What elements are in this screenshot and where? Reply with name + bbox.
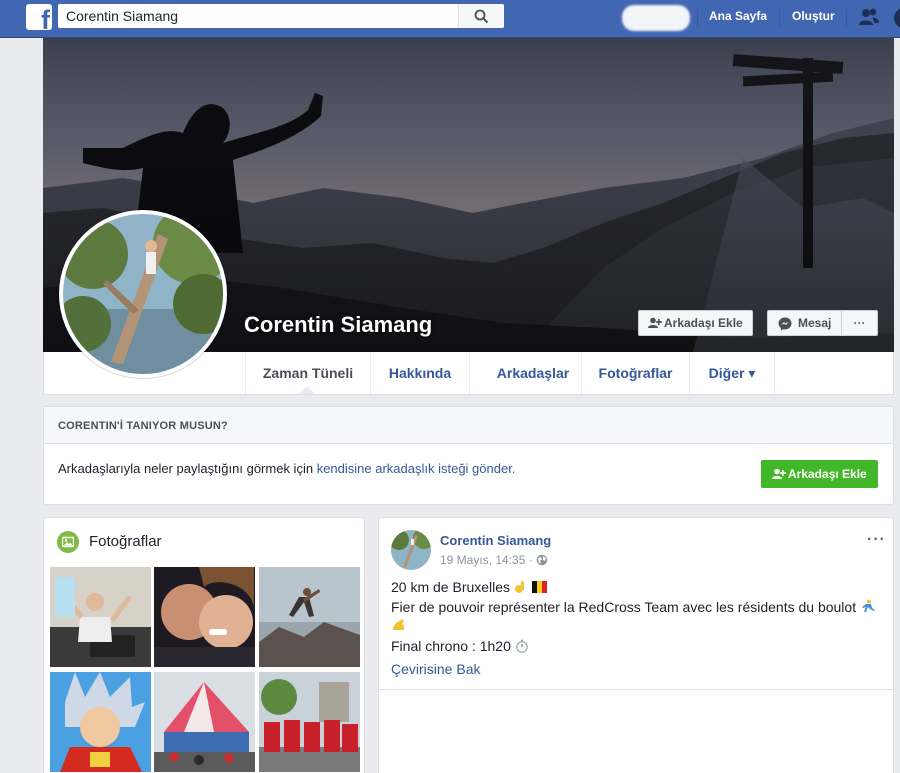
top-navigation-bar: f Ana Sayfa Oluştur	[0, 0, 900, 38]
stopwatch-emoji-icon	[515, 639, 528, 653]
photo-dj-image	[50, 567, 151, 667]
photo-thumbnail[interactable]	[259, 567, 360, 667]
post-options-button[interactable]: ···	[867, 531, 886, 549]
messenger-bubble-icon	[778, 317, 792, 331]
post-card: Corentin Siamang 19 Mayıs, 14:35 · ··· 2…	[378, 517, 894, 773]
facebook-logo-icon[interactable]: f	[26, 4, 52, 30]
friend-requests-icon[interactable]	[858, 7, 880, 27]
flexed-biceps-emoji-icon	[393, 619, 405, 630]
search-box	[58, 4, 504, 28]
photo-thumbnail[interactable]	[154, 672, 255, 772]
post-author-name[interactable]: Corentin Siamang	[440, 533, 551, 548]
post-divider	[379, 689, 893, 690]
post-text-line	[391, 618, 407, 634]
photo-thumbnail[interactable]	[259, 672, 360, 772]
see-translation-link[interactable]: Çevirisine Bak	[391, 661, 480, 677]
belgium-flag-icon	[531, 581, 547, 593]
profile-picture[interactable]	[59, 210, 227, 378]
search-icon	[474, 9, 489, 24]
photo-selfie-image	[154, 567, 255, 667]
globe-icon	[536, 554, 548, 566]
tab-photos[interactable]: Fotoğraflar	[581, 352, 689, 394]
post-timestamp[interactable]: 19 Mayıs, 14:35 ·	[440, 553, 533, 567]
search-input[interactable]	[58, 4, 458, 28]
add-friend-icon	[772, 468, 786, 479]
do-you-know-title: CORENTIN'İ TANIYOR MUSUN?	[58, 420, 228, 432]
post-text-line: Final chrono : 1h20	[391, 638, 529, 654]
user-profile-link-blurred[interactable]	[622, 5, 690, 31]
post-text-line: 20 km de Bruxelles	[391, 579, 547, 595]
nav-separator	[779, 9, 780, 27]
photo-team-image	[259, 672, 360, 772]
photos-title[interactable]: Fotoğraflar	[89, 533, 162, 550]
add-friend-green-button[interactable]: Arkadaşı Ekle	[761, 460, 878, 488]
photo-circus-image	[154, 672, 255, 772]
tab-about[interactable]: Hakkında	[370, 352, 469, 394]
add-friend-icon	[648, 317, 662, 328]
photo-goku-image	[50, 672, 151, 772]
add-friend-button[interactable]: Arkadaşı Ekle	[638, 310, 753, 336]
message-button[interactable]: Mesaj	[767, 310, 841, 336]
active-tab-indicator	[299, 386, 315, 394]
do-you-know-text: Arkadaşlarıyla neler paylaştığını görmek…	[58, 461, 516, 476]
tab-friends[interactable]: Arkadaşlar	[469, 352, 596, 394]
home-link[interactable]: Ana Sayfa	[709, 9, 767, 23]
send-friend-request-link[interactable]: kendisine arkadaşlık isteği gönder.	[317, 461, 516, 476]
nav-separator	[846, 9, 847, 27]
photo-thumbnail[interactable]	[50, 672, 151, 772]
photo-thumbnail[interactable]	[154, 567, 255, 667]
ok-hand-emoji-icon	[514, 581, 524, 593]
messenger-icon[interactable]	[893, 7, 900, 29]
search-button[interactable]	[458, 4, 504, 28]
create-link[interactable]: Oluştur	[792, 9, 835, 23]
profile-picture-image	[63, 214, 223, 374]
tab-more[interactable]: Diğer ▾	[689, 352, 775, 394]
photos-card: Fotoğraflar	[43, 517, 365, 773]
more-options-button[interactable]: ···	[841, 310, 878, 336]
nav-separator	[697, 9, 698, 27]
photo-thumbnail[interactable]	[50, 567, 151, 667]
post-text-line: Fier de pouvoir représenter la RedCross …	[391, 599, 876, 615]
do-you-know-header: CORENTIN'İ TANIYOR MUSUN?	[44, 407, 893, 444]
photos-icon	[57, 531, 79, 553]
post-image-edge	[379, 758, 419, 773]
do-you-know-card: CORENTIN'İ TANIYOR MUSUN? Arkadaşlarıyla…	[43, 406, 894, 505]
photo-rock-image	[259, 567, 360, 667]
profile-name: Corentin Siamang	[244, 312, 433, 337]
post-author-avatar[interactable]	[391, 530, 431, 570]
runner-emoji-icon	[861, 599, 875, 612]
